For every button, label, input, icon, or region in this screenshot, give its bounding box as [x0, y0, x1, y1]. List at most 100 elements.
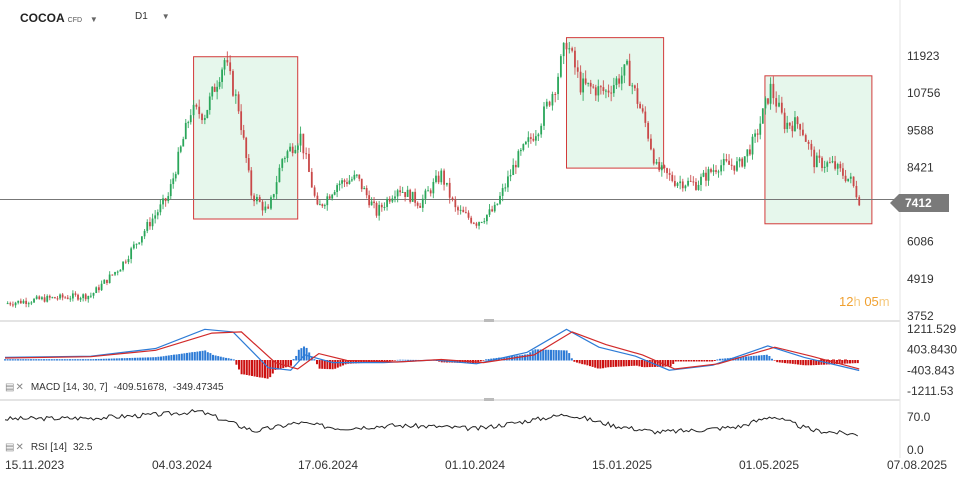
price-tick-label: 8421 — [907, 160, 934, 174]
macd-histogram-bar — [58, 359, 61, 361]
candle-body — [618, 78, 621, 84]
macd-histogram-bar — [339, 360, 342, 367]
macd-histogram-bar — [79, 359, 82, 361]
macd-histogram-bar — [695, 360, 698, 362]
candle-body — [459, 209, 462, 211]
candle-body — [496, 203, 499, 205]
pane-resize-handle — [484, 319, 494, 322]
candle-body — [84, 294, 87, 300]
candle-body — [636, 88, 639, 104]
candle-body — [286, 151, 289, 159]
candle-body — [421, 198, 424, 208]
candle-body — [35, 296, 38, 299]
candle-body — [607, 90, 610, 93]
macd-histogram-bar — [63, 359, 66, 361]
macd-histogram-bar — [131, 357, 134, 361]
settings-icon[interactable]: ▤✕ — [5, 382, 25, 393]
candle-body — [218, 81, 221, 87]
candle-body — [767, 98, 769, 104]
candle-countdown: 12h 05m — [839, 294, 890, 309]
symbol-selector[interactable]: COCOA CFD ▼ — [20, 11, 98, 25]
candle-body — [100, 283, 103, 291]
candle-body — [834, 161, 837, 169]
candle-body — [396, 190, 399, 197]
candle-body — [644, 111, 647, 123]
candle-body — [858, 197, 861, 206]
macd-histogram-bar — [674, 360, 677, 362]
candle-body — [462, 209, 465, 213]
candle-body — [159, 204, 162, 213]
settings-icon[interactable]: ▤✕ — [5, 442, 25, 453]
macd-histogram-bar — [102, 358, 105, 361]
candle-body — [237, 94, 240, 112]
candle-body — [764, 98, 767, 109]
macd-histogram-bar — [407, 359, 409, 361]
macd-histogram-bar — [100, 358, 103, 361]
macd-histogram-bar — [245, 360, 248, 375]
candle-body — [689, 180, 692, 182]
candle-body — [435, 175, 437, 182]
macd-histogram-bar — [141, 357, 144, 361]
macd-histogram-bar — [144, 357, 147, 361]
macd-histogram-bar — [752, 355, 755, 361]
macd-histogram-bar — [110, 358, 113, 361]
candle-body — [106, 279, 108, 284]
candle-body — [754, 133, 756, 137]
candle-body — [391, 198, 394, 202]
macd-histogram-bar — [191, 352, 194, 361]
macd-histogram-bar — [807, 360, 810, 366]
macd-histogram-bar — [784, 360, 786, 364]
macd-histogram-bar — [199, 351, 201, 361]
symbol-suffix: CFD — [67, 17, 83, 24]
macd-histogram-bar — [810, 360, 812, 366]
chart-canvas[interactable]: 11923 10756 9588 8421 6086 4919 3752 15.11.2023… — [0, 0, 967, 480]
macd-histogram-bar — [846, 360, 849, 364]
date-tick-label: 01.05.2025 — [739, 458, 799, 472]
candle-body — [321, 204, 324, 207]
candle-body — [149, 221, 151, 227]
candle-body — [467, 212, 470, 218]
candle-body — [267, 206, 270, 209]
candle-body — [571, 48, 574, 51]
candle-body — [751, 136, 754, 155]
chevron-down-icon[interactable]: ▼ — [85, 15, 98, 24]
candle-body — [554, 94, 557, 96]
macd-histogram-bar — [251, 360, 253, 376]
macd-histogram-bar — [583, 360, 586, 365]
candle-body — [164, 198, 167, 202]
candle-body — [623, 64, 626, 76]
candle-body — [6, 303, 9, 305]
macd-histogram-bar — [235, 360, 238, 365]
chevron-down-icon[interactable]: ▼ — [151, 12, 170, 21]
candle-body — [313, 187, 316, 196]
macd-histogram-bar — [4, 359, 6, 361]
candle-body — [338, 183, 341, 186]
macd-histogram-bar — [292, 359, 295, 361]
macd-histogram-bar — [253, 360, 256, 377]
macd-histogram-bar — [19, 359, 22, 361]
candle-body — [416, 202, 419, 206]
macd-histogram-bar — [708, 360, 711, 362]
candle-body — [823, 166, 826, 168]
candle-body — [746, 149, 749, 157]
macd-histogram-bar — [544, 349, 547, 361]
macd-histogram-bar — [193, 351, 196, 361]
macd-histogram-bar — [563, 350, 565, 361]
candle-body — [749, 149, 751, 155]
pane-resize-handle — [484, 398, 494, 401]
candle-body — [245, 137, 248, 159]
macd-histogram-bar — [17, 359, 19, 361]
candle-body — [592, 86, 595, 88]
candle-body — [318, 204, 321, 206]
macd-histogram-bar — [843, 360, 846, 364]
candle-body — [548, 101, 551, 106]
macd-histogram-bar — [596, 360, 599, 369]
macd-histogram-bar — [27, 359, 30, 361]
timeframe-selector[interactable]: D1 ▼ — [135, 11, 170, 22]
candle-body — [641, 108, 644, 112]
macd-histogram-bar — [316, 360, 318, 365]
macd-signal-line — [4, 331, 860, 370]
macd-histogram-bar — [134, 357, 136, 361]
macd-histogram-bar — [170, 355, 173, 361]
rsi-tick-label: 70.0 — [907, 410, 931, 424]
